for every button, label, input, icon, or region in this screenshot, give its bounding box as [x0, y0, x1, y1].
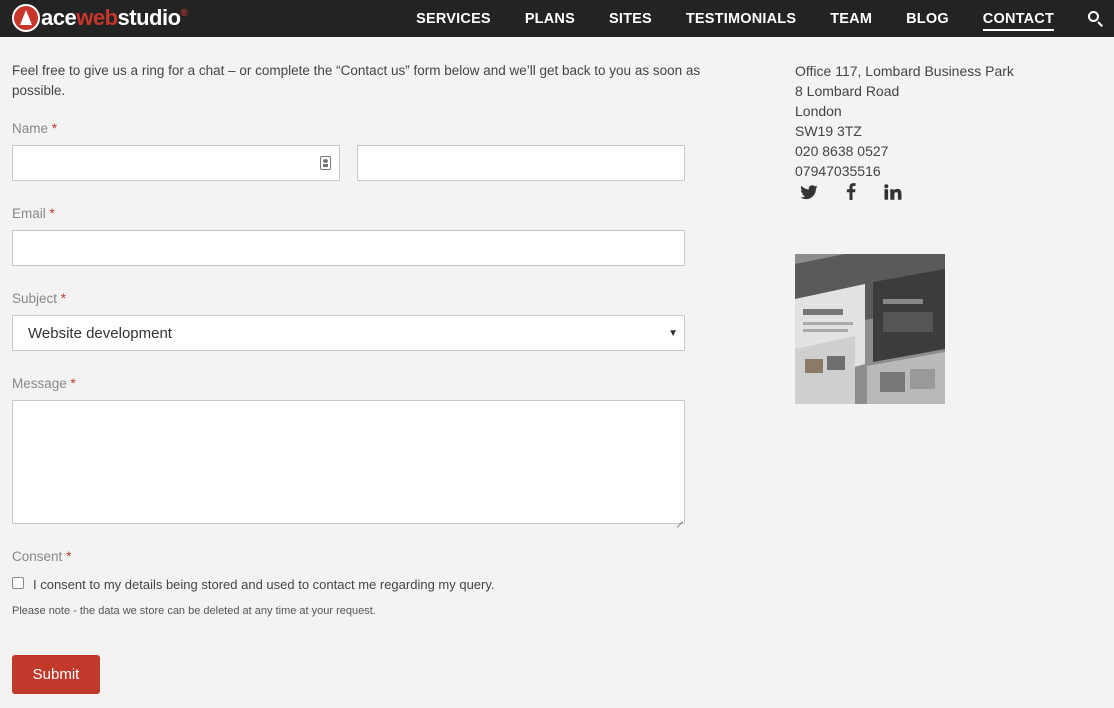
- last-name-input[interactable]: [357, 145, 685, 181]
- required-mark: *: [60, 291, 67, 306]
- name-label: Name *: [12, 121, 58, 136]
- submit-button[interactable]: Submit: [12, 655, 100, 694]
- nav-blog[interactable]: BLOG: [906, 5, 949, 33]
- facebook-icon[interactable]: [846, 183, 856, 205]
- logo-text-ace: ace: [41, 5, 77, 30]
- subject-label: Subject *: [12, 291, 67, 306]
- twitter-icon[interactable]: [800, 184, 818, 204]
- site-logo[interactable]: acewebstudio®: [12, 3, 188, 33]
- consent-text[interactable]: I consent to my details being stored and…: [33, 577, 495, 592]
- phone-number[interactable]: 020 8638 0527: [795, 141, 1014, 161]
- portfolio-thumbnail-image: [795, 254, 945, 404]
- logo-mark-icon: [12, 4, 40, 32]
- search-icon[interactable]: [1088, 10, 1104, 27]
- main-menu: SERVICES PLANS SITES TESTIMONIALS TEAM B…: [416, 0, 1114, 37]
- message-label: Message *: [12, 376, 76, 391]
- nav-sites[interactable]: SITES: [609, 5, 652, 33]
- nav-services[interactable]: SERVICES: [416, 5, 491, 33]
- subject-select[interactable]: Website development ▼: [12, 315, 685, 351]
- nav-team[interactable]: TEAM: [830, 5, 872, 33]
- linkedin-icon[interactable]: [884, 184, 902, 204]
- required-mark: *: [66, 549, 72, 564]
- caret-down-icon: ▼: [668, 328, 678, 339]
- intro-text: Feel free to give us a ring for a chat –…: [12, 63, 701, 98]
- email-label: Email *: [12, 206, 55, 221]
- social-links: [800, 183, 902, 205]
- message-textarea[interactable]: [12, 400, 685, 524]
- top-navigation-bar: acewebstudio® SERVICES PLANS SITES TESTI…: [0, 0, 1114, 37]
- data-note: Please note - the data we store can be d…: [12, 605, 376, 617]
- logo-text-studio: studio: [117, 5, 182, 30]
- address-line: 8 Lombard Road: [795, 83, 900, 99]
- required-mark: *: [49, 206, 55, 221]
- nav-plans[interactable]: PLANS: [525, 5, 575, 33]
- required-mark: *: [51, 121, 58, 136]
- nav-contact[interactable]: CONTACT: [982, 7, 1054, 31]
- mobile-number[interactable]: 07947035516: [795, 161, 1014, 181]
- address-line: Office 117, Lombard Business Park: [795, 63, 1014, 79]
- nav-testimonials[interactable]: TESTIMONIALS: [686, 5, 796, 33]
- subject-selected-value: Website development: [28, 325, 172, 342]
- consent-label: Consent *: [12, 549, 72, 564]
- address-line: London: [795, 103, 842, 119]
- required-mark: *: [70, 376, 76, 391]
- consent-checkbox[interactable]: [12, 577, 24, 589]
- resize-handle-icon[interactable]: [675, 514, 683, 522]
- first-name-input[interactable]: [12, 145, 340, 181]
- address-line: SW19 3TZ: [795, 123, 862, 139]
- contact-card-icon[interactable]: [320, 156, 331, 170]
- office-address: Office 117, Lombard Business Park 8 Lomb…: [795, 61, 1014, 181]
- email-input[interactable]: [12, 230, 685, 266]
- registered-mark: ®: [180, 8, 188, 19]
- logo-text-web: web: [76, 5, 118, 30]
